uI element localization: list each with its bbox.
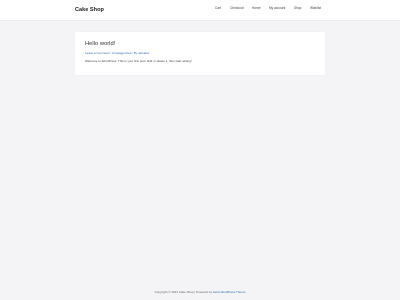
post-card: Hello world! Leave a Comment / Uncategor…	[75, 32, 325, 75]
nav-item-shop[interactable]: Shop	[294, 6, 301, 11]
nav-item-home[interactable]: Home	[252, 6, 261, 11]
nav-item-cart[interactable]: Cart	[215, 6, 221, 11]
comments-link[interactable]: Leave a Comment	[85, 51, 110, 55]
primary-nav: Cart Checkout Home My account Shop Wishl…	[0, 6, 400, 14]
category-link[interactable]: Uncategorized	[112, 51, 131, 55]
author-link[interactable]: alexalex	[138, 51, 149, 55]
site-header: Cake Shop Cart Checkout Home My account …	[0, 0, 400, 21]
nav-item-wishlist[interactable]: Wishlist	[310, 6, 321, 11]
site-footer: Copyright © 2023 Cake Shop | Powered by …	[0, 288, 400, 296]
theme-link[interactable]: Astra WordPress Theme	[213, 290, 246, 294]
nav-item-my-account[interactable]: My account	[269, 6, 285, 11]
nav-item-checkout[interactable]: Checkout	[230, 6, 243, 11]
footer-copyright: Copyright © 2023 Cake Shop | Powered by	[154, 290, 213, 294]
post-excerpt: Welcome to WordPress. This is your first…	[85, 59, 192, 63]
post-meta: Leave a Comment / Uncategorized / By ale…	[85, 51, 149, 55]
post-title-link[interactable]: Hello world!	[85, 41, 115, 48]
